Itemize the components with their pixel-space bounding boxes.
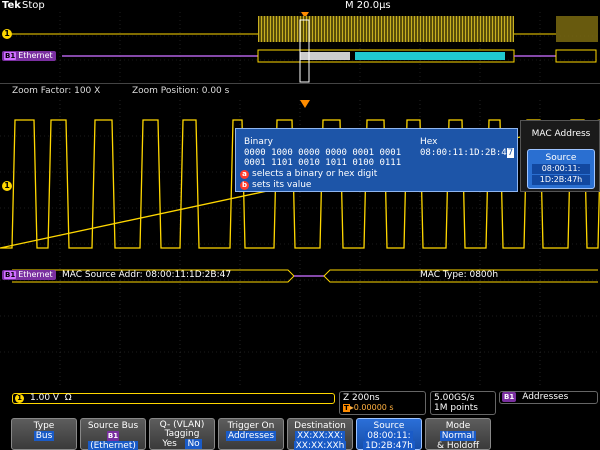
horizontal-readout[interactable]: Z 200ns T▸0.00000 s	[339, 391, 426, 415]
hint-b-text: sets its value	[252, 180, 312, 190]
hex-label: Hex	[420, 137, 438, 147]
trigger-on-button[interactable]: Trigger On Addresses	[218, 418, 284, 450]
side-source-value-2: 1D:2B:47h	[532, 175, 590, 185]
vlan-no: No	[185, 439, 202, 449]
vlan-yes: Yes	[162, 439, 177, 449]
mode-button[interactable]: Mode Normal & Holdoff	[425, 418, 491, 450]
type-label: Type	[33, 421, 55, 431]
readout-bar: 1 1.00 V Ω Z 200ns T▸0.00000 s 5.00GS/s 1…	[0, 389, 600, 415]
hex-value-field[interactable]: 08:00:11:1D:2B:47	[420, 148, 515, 158]
overview-svg	[0, 12, 600, 84]
timebase-readout: M 20.0µs	[345, 0, 391, 11]
vlan-tagging-button[interactable]: Q- (VLAN) Tagging Yes No	[149, 418, 215, 450]
bottom-menu: Type Bus Source Bus B1 (Ethernet) Q- (VL…	[0, 417, 600, 450]
overview-bus-tag: B1 Ethernet	[2, 51, 56, 61]
bus-label: Ethernet	[18, 270, 53, 279]
tek-logo: Tek	[2, 0, 21, 11]
ch1-readout[interactable]: 1 1.00 V Ω	[12, 393, 335, 404]
source-bus-button[interactable]: Source Bus B1 (Ethernet)	[80, 418, 146, 450]
trigger-delay: T▸0.00000 s	[343, 403, 422, 412]
binary-value-line1[interactable]: 0000 1000 0000 0000 0001 0001	[244, 148, 401, 158]
acquisition-readout[interactable]: 5.00GS/s 1M points	[430, 391, 496, 415]
source-value-2: 1D:2B:47h	[363, 441, 415, 450]
zoom-factor: Zoom Factor: 100 X	[12, 86, 101, 96]
source-value-1: 08:00:11:	[365, 431, 413, 441]
knob-a-icon: a	[240, 170, 249, 179]
ch1-scale: 1.00 V	[30, 393, 60, 403]
trigger-icon: T	[343, 404, 350, 412]
mode-value-2: & Holdoff	[436, 441, 480, 450]
record-length: 1M points	[434, 403, 478, 413]
type-button[interactable]: Type Bus	[11, 418, 77, 450]
main-trigger-marker	[300, 100, 310, 108]
overview-waveform: 1 B1 Ethernet	[0, 12, 600, 84]
side-source-value-1: 08:00:11:	[532, 164, 590, 174]
mode-value-1: Normal	[439, 431, 477, 441]
bus-label: Ethernet	[18, 51, 53, 60]
hint-a-text: selects a binary or hex digit	[252, 169, 378, 179]
trigger-readout[interactable]: B1 Addresses	[499, 391, 598, 404]
destination-value-1: XX:XX:XX:	[294, 431, 346, 441]
overview-ch1-marker: 1	[2, 29, 12, 39]
status-bar: Tek Stop M 20.0µs	[0, 0, 600, 12]
main-ch1-marker: 1	[2, 181, 12, 191]
main-bus-tag: B1 Ethernet	[2, 270, 56, 280]
hex-value-prefix: 08:00:11:1D:2B:4	[420, 148, 507, 158]
decode-mac-source: MAC Source Addr: 08:00:11:1D:2B:47	[62, 270, 232, 280]
source-label: Source	[373, 421, 405, 431]
hint-a: a selects a binary or hex digit	[240, 169, 377, 179]
source-bus-badge: B1	[106, 431, 120, 441]
bus-badge: B1	[4, 271, 17, 279]
source-bus-label: Source Bus	[87, 421, 139, 431]
destination-label: Destination	[294, 421, 346, 431]
zoom-position: Zoom Position: 0.00 s	[132, 86, 230, 96]
side-source-button[interactable]: Source 08:00:11: 1D:2B:47h	[527, 149, 595, 189]
destination-value-2: XX:XX:XXh	[293, 441, 347, 450]
ch1-badge: 1	[15, 394, 24, 403]
zoom-info: Zoom Factor: 100 X Zoom Position: 0.00 s	[0, 86, 600, 98]
decode-mac-type: MAC Type: 0800h	[420, 270, 499, 280]
side-menu-mac-address: MAC Address Source 08:00:11: 1D:2B:47h	[520, 120, 600, 192]
trigger-type: Addresses	[522, 392, 569, 402]
side-source-label: Source	[545, 153, 577, 163]
hex-digit-cursor[interactable]: 7	[506, 148, 515, 158]
binary-value-line2[interactable]: 0001 1101 0010 1011 0100 0111	[244, 158, 401, 168]
acquisition-state: Stop	[22, 0, 45, 11]
source-address-button[interactable]: Source 08:00:11: 1D:2B:47h	[356, 418, 422, 450]
source-bus-value: (Ethernet)	[88, 441, 138, 450]
horizontal-scale: Z 200ns	[343, 393, 380, 403]
type-value: Bus	[33, 431, 55, 441]
destination-button[interactable]: Destination XX:XX:XX: XX:XX:XXh	[287, 418, 353, 450]
side-menu-title: MAC Address	[531, 129, 591, 139]
binary-label: Binary	[244, 137, 273, 147]
mac-address-editor-popup[interactable]: Binary Hex 0000 1000 0000 0000 0001 0001…	[235, 128, 518, 192]
trigger-on-label: Trigger On	[227, 421, 275, 431]
mode-label: Mode	[445, 421, 471, 431]
trigger-on-value: Addresses	[225, 431, 277, 441]
ch1-termination: Ω	[64, 393, 72, 403]
bus-badge: B1	[4, 52, 17, 60]
sample-rate: 5.00GS/s	[434, 393, 475, 403]
hint-b: b sets its value	[240, 180, 311, 190]
knob-b-icon: b	[240, 181, 249, 190]
vlan-label-2: Tagging	[164, 429, 200, 439]
trigger-delay-value: ▸0.00000 s	[349, 403, 394, 412]
bus-badge: B1	[502, 392, 517, 402]
